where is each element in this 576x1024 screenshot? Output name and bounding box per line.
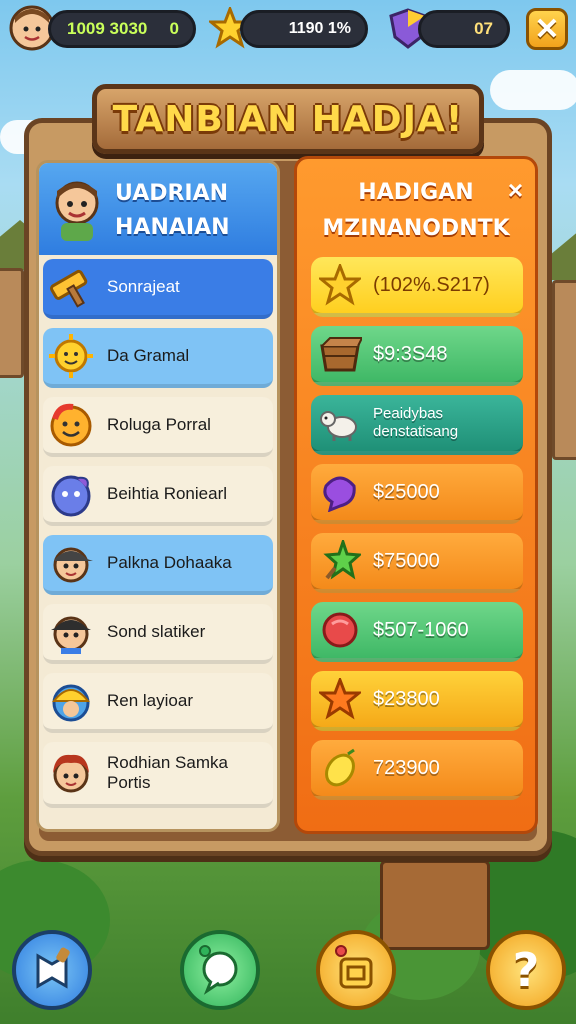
red-gem-icon — [311, 602, 369, 658]
list-item-label: Rodhian Samka Portis — [107, 753, 228, 792]
stars-counter: 1190 1% — [240, 10, 368, 48]
purple-gem-icon — [311, 464, 369, 520]
coins-value: 1009 3030 — [67, 19, 148, 38]
list-item[interactable]: Da Gramal — [43, 328, 273, 388]
reward-value: $75000 — [373, 549, 440, 572]
rewards-header: HADIGAN MZINANODNTK — [297, 175, 535, 247]
boy-cap-icon — [43, 535, 99, 591]
list-item[interactable]: Sond slatiker — [43, 604, 273, 664]
smiley-icon — [43, 397, 99, 453]
crate-icon — [311, 326, 369, 382]
reward-value: $9:3S48 — [373, 342, 448, 365]
map-button[interactable] — [12, 930, 92, 1010]
list-item[interactable]: Rodhian Samka Portis — [43, 742, 273, 808]
question-icon: ? — [512, 943, 540, 997]
close-button[interactable]: ✕ — [526, 8, 568, 50]
left-header-line1: UADRIAN — [115, 181, 229, 206]
gems-counter: 07 — [418, 10, 510, 48]
reward-item[interactable]: (102%.S217) — [311, 257, 523, 317]
list-item-label: Palkna Dohaaka — [107, 553, 232, 572]
hammer-icon — [43, 259, 99, 315]
green-star-icon — [311, 533, 369, 589]
reward-value-text: Peaidybas denstatisang — [373, 405, 459, 440]
list-item-label: Da Gramal — [107, 346, 190, 365]
helmet-icon — [43, 673, 99, 729]
boy-hat-icon — [43, 604, 99, 660]
star-icon — [311, 257, 369, 313]
list-item-label: Roluga Porral — [107, 415, 211, 434]
list-item[interactable]: Roluga Porral — [43, 397, 273, 457]
help-button[interactable]: ? — [486, 930, 566, 1010]
list-item[interactable]: Ren layioar — [43, 673, 273, 733]
redhead-icon — [43, 745, 99, 801]
flag-icon — [36, 947, 70, 989]
sun-face-icon — [43, 328, 99, 384]
character-list-header: UADRIAN HANAIAN — [39, 163, 277, 255]
coins-counter: 1009 3030 0 — [48, 10, 196, 48]
reward-item[interactable]: $75000 — [311, 533, 523, 593]
reward-item[interactable]: $9:3S48 — [311, 326, 523, 386]
list-item[interactable]: Palkna Dohaaka — [43, 535, 273, 595]
title-banner: TANBIAN HADJA! — [92, 84, 484, 154]
right-header-line2: MZINANODNTK — [322, 216, 510, 241]
list-item[interactable]: Beihtia Roniearl — [43, 466, 273, 526]
bag-icon — [335, 945, 373, 989]
stars-value: 1190 1% — [288, 20, 351, 37]
reward-item[interactable]: Peaidybas denstatisang — [311, 395, 523, 455]
lemon-icon — [311, 740, 369, 796]
list-item[interactable]: Sonrajeat — [43, 259, 273, 319]
rewards-panel: HADIGAN MZINANODNTK × (102%.S217) $9:3S4… — [294, 156, 538, 834]
character-list-panel: UADRIAN HANAIAN Sonrajeat Da Gramal Rolu… — [36, 160, 280, 832]
chat-bubble-icon — [199, 945, 238, 995]
reward-value: Peaidybas denstatisang — [369, 405, 458, 441]
goat-icon — [311, 395, 369, 451]
coins-suffix: 0 — [169, 19, 179, 38]
close-icon: ✕ — [534, 12, 560, 46]
reward-value: $23800 — [373, 687, 440, 710]
panel-close-icon[interactable]: × — [508, 175, 523, 206]
reward-item[interactable]: $507-1060 — [311, 602, 523, 662]
list-item-label: Ren layioar — [107, 691, 193, 710]
right-header-line1: HADIGAN — [358, 180, 474, 205]
reward-item[interactable]: $25000 — [311, 464, 523, 524]
list-item-label: Beihtia Roniearl — [107, 484, 228, 503]
left-header-line2: HANAIAN — [115, 215, 230, 240]
reward-value: (102%.S217) — [373, 273, 490, 296]
reward-item[interactable]: 723900 — [311, 740, 523, 800]
page-title: TANBIAN HADJA! — [112, 98, 464, 140]
chat-button[interactable] — [180, 930, 260, 1010]
list-item-label: Sonrajeat — [107, 277, 180, 296]
list-item-label: Sond slatiker — [107, 622, 206, 641]
reward-value: $25000 — [373, 480, 440, 503]
reward-value: 723900 — [373, 756, 440, 779]
reward-value: $507-1060 — [373, 618, 469, 641]
header-avatar-icon — [47, 177, 107, 248]
blue-creature-icon — [43, 466, 99, 522]
inventory-button[interactable] — [316, 930, 396, 1010]
gems-value: 07 — [474, 19, 493, 38]
orange-star-icon — [311, 671, 369, 727]
reward-item[interactable]: $23800 — [311, 671, 523, 731]
